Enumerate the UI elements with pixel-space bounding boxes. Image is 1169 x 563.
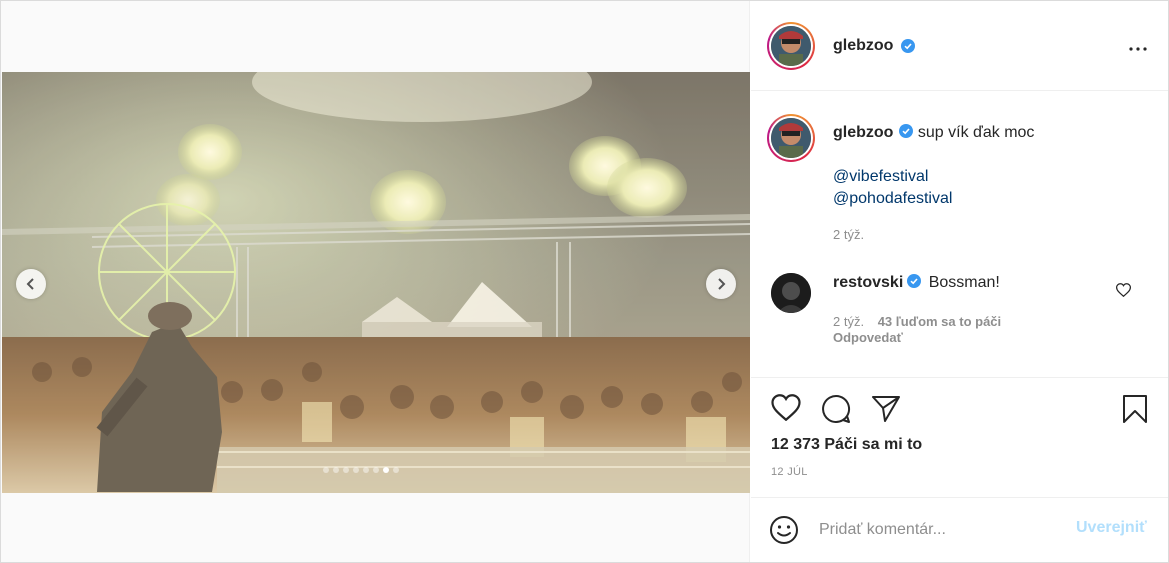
author-username[interactable]: glebzoo	[833, 37, 893, 55]
post-header: glebzoo	[751, 1, 1168, 91]
like-heart-icon[interactable]	[771, 394, 801, 426]
carousel-dot	[333, 467, 339, 473]
mention-link[interactable]: @vibefestival	[833, 166, 1153, 188]
carousel-dot	[363, 467, 369, 473]
carousel-dot	[373, 467, 379, 473]
comment-like-heart-icon[interactable]	[1115, 283, 1132, 302]
likes-count[interactable]: 12 373 Páči sa mi to	[771, 436, 922, 454]
caption-username[interactable]: glebzoo	[833, 124, 893, 141]
post-container: glebzoo glebzoo sup vík ďak moc @vibefes…	[0, 0, 1169, 563]
comment-body: Bossman!	[928, 274, 1000, 291]
post-date[interactable]: 12 JÚL	[771, 466, 808, 478]
add-comment-bar: Uverejniť	[751, 499, 1168, 562]
author-avatar[interactable]	[767, 22, 815, 70]
caption-text-block: glebzoo sup vík ďak moc @vibefestival @p…	[833, 122, 1153, 210]
comment-input[interactable]	[819, 517, 1069, 543]
chevron-right-icon	[718, 278, 726, 290]
carousel-prev-button[interactable]	[16, 269, 46, 299]
verified-badge-icon	[901, 39, 915, 53]
caption-body: sup vík ďak moc	[917, 124, 1035, 141]
comment-timestamp[interactable]: 2 týž.	[833, 314, 864, 329]
mention-link[interactable]: @pohodafestival	[833, 188, 1153, 210]
commenter-avatar[interactable]	[771, 273, 811, 313]
post-photo[interactable]	[2, 72, 750, 493]
carousel-dot	[393, 467, 399, 473]
share-send-icon[interactable]	[871, 394, 901, 427]
carousel-dot	[323, 467, 329, 473]
comment-text-block: restovski Bossman!	[833, 274, 1000, 292]
emoji-smiley-icon[interactable]	[769, 515, 799, 550]
save-bookmark-icon[interactable]	[1122, 394, 1148, 429]
carousel-indicator	[323, 467, 399, 473]
comment-bubble-icon[interactable]	[821, 394, 851, 429]
more-options-icon[interactable]	[1129, 35, 1147, 55]
publish-button[interactable]: Uverejniť	[1076, 519, 1147, 537]
comment-meta: 2 týž. 43 ľuďom sa to páči	[833, 314, 1001, 329]
chevron-left-icon	[26, 278, 34, 290]
caption-timestamp[interactable]: 2 týž.	[833, 227, 864, 242]
caption-avatar[interactable]	[767, 114, 815, 162]
verified-badge-icon	[907, 274, 922, 288]
carousel-dot	[343, 467, 349, 473]
verified-badge-icon	[899, 124, 914, 138]
carousel-next-button[interactable]	[706, 269, 736, 299]
commenter-username[interactable]: restovski	[833, 274, 903, 291]
post-actions: 12 373 Páči sa mi to 12 JÚL	[751, 377, 1168, 498]
post-sidebar: glebzoo glebzoo sup vík ďak moc @vibefes…	[751, 1, 1168, 562]
carousel-dot	[353, 467, 359, 473]
media-column	[1, 1, 750, 562]
carousel-dot-active	[383, 467, 389, 473]
reply-button[interactable]: Odpovedať	[833, 330, 903, 345]
comment-likes[interactable]: 43 ľuďom sa to páči	[878, 314, 1001, 329]
